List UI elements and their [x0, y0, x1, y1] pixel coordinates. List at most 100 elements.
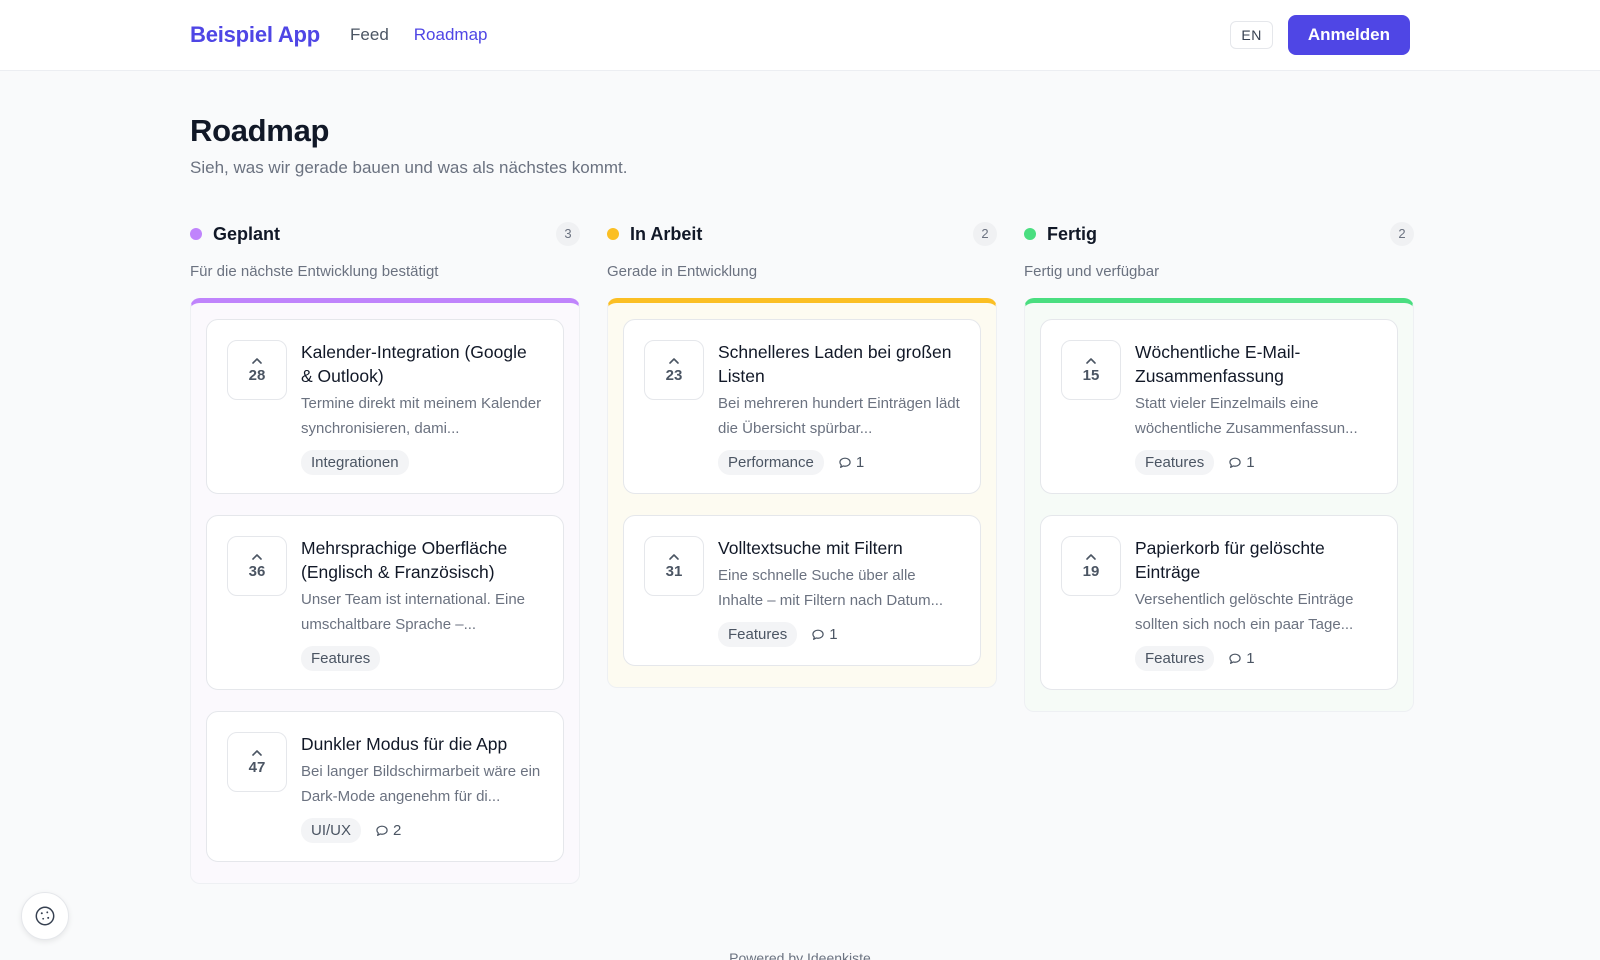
idea-card[interactable]: 36 Mehrsprachige Oberfläche (Englisch & F…: [206, 515, 564, 690]
column-header: Geplant 3: [190, 222, 580, 246]
comment-count: 2: [375, 822, 401, 839]
column-title: In Arbeit: [630, 223, 703, 244]
card-title: Dunkler Modus für die App: [301, 734, 508, 754]
card-meta: Features 1: [1135, 646, 1377, 671]
idea-card[interactable]: 19 Papierkorb für gelöschte Einträge Verse…: [1040, 515, 1398, 690]
nav-link-feed[interactable]: Feed: [350, 25, 389, 45]
column-header: In Arbeit 2: [607, 222, 997, 246]
comment-count: 1: [838, 454, 864, 471]
roadmap-column: Fertig 2 Fertig und verfügbar 15 Wöchentlich…: [1024, 222, 1414, 712]
chevron-up-icon: [252, 749, 262, 756]
idea-card[interactable]: 23 Schnelleres Laden bei großen Listen Bei…: [623, 319, 981, 494]
cookie-settings-button[interactable]: [21, 892, 69, 940]
card-description: Versehentlich gelöschte Einträge sollten…: [1135, 591, 1354, 633]
card-title: Papierkorb für gelöschte Einträge: [1135, 538, 1325, 582]
column-count-badge: 2: [1390, 222, 1414, 246]
roadmap-column: Geplant 3 Für die nächste Entwicklung best…: [190, 222, 580, 884]
card-meta: UI/UX 2: [301, 818, 543, 843]
column-header: Fertig 2: [1024, 222, 1414, 246]
column-title: Fertig: [1047, 223, 1098, 244]
card-body: Wöchentliche E-Mail-Zusammenfassung Statt…: [1135, 340, 1377, 475]
card-description: Unser Team ist international. Eine umsch…: [301, 591, 526, 633]
brand-logo[interactable]: Beispiel App: [190, 22, 320, 48]
column-description: Gerade in Entwicklung: [607, 263, 758, 280]
nav-link-roadmap[interactable]: Roadmap: [414, 25, 488, 45]
card-body: Schnelleres Laden bei großen Listen Bei m…: [718, 340, 960, 475]
vote-count: 19: [1082, 562, 1100, 580]
status-dot: [190, 228, 202, 240]
comment-icon: [1229, 457, 1241, 468]
category-tag: Performance: [718, 450, 824, 475]
column-lane: 28 Kalender-Integration (Google & Outlook…: [190, 298, 580, 884]
roadmap-column: In Arbeit 2 Gerade in Entwicklung 23 Schnell…: [607, 222, 997, 688]
column-count-badge: 3: [556, 222, 580, 246]
login-button[interactable]: Anmelden: [1287, 15, 1410, 55]
column-lane: 23 Schnelleres Laden bei großen Listen Bei…: [607, 298, 997, 688]
card-meta: Features: [301, 646, 543, 671]
chevron-up-icon: [669, 357, 679, 364]
column-count-badge: 2: [973, 222, 997, 246]
card-title: Volltextsuche mit Filtern: [718, 538, 903, 558]
idea-card[interactable]: 28 Kalender-Integration (Google & Outlook…: [206, 319, 564, 494]
comment-count-value: 1: [1246, 650, 1255, 667]
category-tag: Features: [301, 646, 381, 671]
card-description: Termine direkt mit meinem Kalender synch…: [301, 395, 542, 437]
card-description: Statt vieler Einzelmails eine wöchentlic…: [1135, 395, 1358, 437]
comment-count: 1: [1228, 650, 1255, 667]
status-dot: [607, 228, 619, 240]
idea-card[interactable]: 31 Volltextsuche mit Filtern Eine schnelle…: [623, 515, 981, 666]
card-meta: Features 1: [1135, 450, 1377, 475]
card-body: Kalender-Integration (Google & Outlook) T…: [301, 340, 543, 475]
status-dot: [1024, 228, 1036, 240]
category-tag: Features: [1135, 646, 1215, 671]
vote-count: 31: [665, 562, 683, 580]
card-meta: Integrationen: [301, 450, 543, 475]
idea-card[interactable]: 47 Dunkler Modus für die App Bei langer Bi…: [206, 711, 564, 862]
upvote-button[interactable]: 19: [1061, 536, 1121, 596]
page-subtitle: Sieh, was wir gerade bauen und was als n…: [190, 158, 628, 177]
card-title: Mehrsprachige Oberfläche (Englisch & Fra…: [301, 538, 508, 582]
chevron-up-icon: [1086, 357, 1096, 364]
idea-card[interactable]: 15 Wöchentliche E-Mail-Zusammenfassung Sta…: [1040, 319, 1398, 494]
comment-count: 1: [1228, 454, 1255, 471]
card-meta: Features 1: [718, 622, 960, 647]
comment-count: 1: [811, 626, 838, 643]
upvote-button[interactable]: 23: [644, 340, 704, 400]
card-description: Eine schnelle Suche über alle Inhalte – …: [718, 567, 944, 609]
page-title: Roadmap: [190, 113, 330, 148]
upvote-button[interactable]: 15: [1061, 340, 1121, 400]
comment-icon: [839, 457, 851, 468]
vote-count: 47: [248, 758, 266, 776]
comment-icon: [1229, 653, 1241, 664]
chevron-up-icon: [669, 553, 679, 560]
category-tag: Integrationen: [301, 450, 409, 475]
column-title: Geplant: [213, 223, 281, 244]
column-lane: 15 Wöchentliche E-Mail-Zusammenfassung Sta…: [1024, 298, 1414, 712]
comment-icon: [376, 825, 388, 836]
chevron-up-icon: [1086, 553, 1096, 560]
upvote-button[interactable]: 36: [227, 536, 287, 596]
card-meta: Performance 1: [718, 450, 960, 475]
category-tag: Features: [718, 622, 798, 647]
cookie-icon: [35, 906, 55, 926]
column-description: Für die nächste Entwicklung bestätigt: [190, 263, 439, 280]
footer-powered-by: Powered by Ideenkiste: [729, 950, 871, 960]
comment-count-value: 1: [1246, 454, 1255, 471]
card-body: Papierkorb für gelöschte Einträge Versehe…: [1135, 536, 1377, 671]
upvote-button[interactable]: 28: [227, 340, 287, 400]
card-title: Kalender-Integration (Google & Outlook): [301, 342, 527, 386]
chevron-up-icon: [252, 357, 262, 364]
comment-count-value: 2: [393, 822, 402, 839]
upvote-button[interactable]: 31: [644, 536, 704, 596]
category-tag: UI/UX: [301, 818, 362, 843]
card-description: Bei mehreren hundert Einträgen lädt die …: [718, 395, 960, 437]
card-title: Wöchentliche E-Mail-Zusammenfassung: [1135, 342, 1301, 386]
card-description: Bei langer Bildschirmarbeit wäre ein Dar…: [301, 763, 541, 805]
comment-icon: [812, 629, 824, 640]
comment-count-value: 1: [829, 626, 838, 643]
language-toggle-button[interactable]: EN: [1230, 21, 1273, 49]
card-body: Mehrsprachige Oberfläche (Englisch & Fra…: [301, 536, 543, 671]
upvote-button[interactable]: 47: [227, 732, 287, 792]
card-body: Volltextsuche mit Filtern Eine schnelle S…: [718, 536, 960, 647]
card-title: Schnelleres Laden bei großen Listen: [718, 342, 952, 386]
